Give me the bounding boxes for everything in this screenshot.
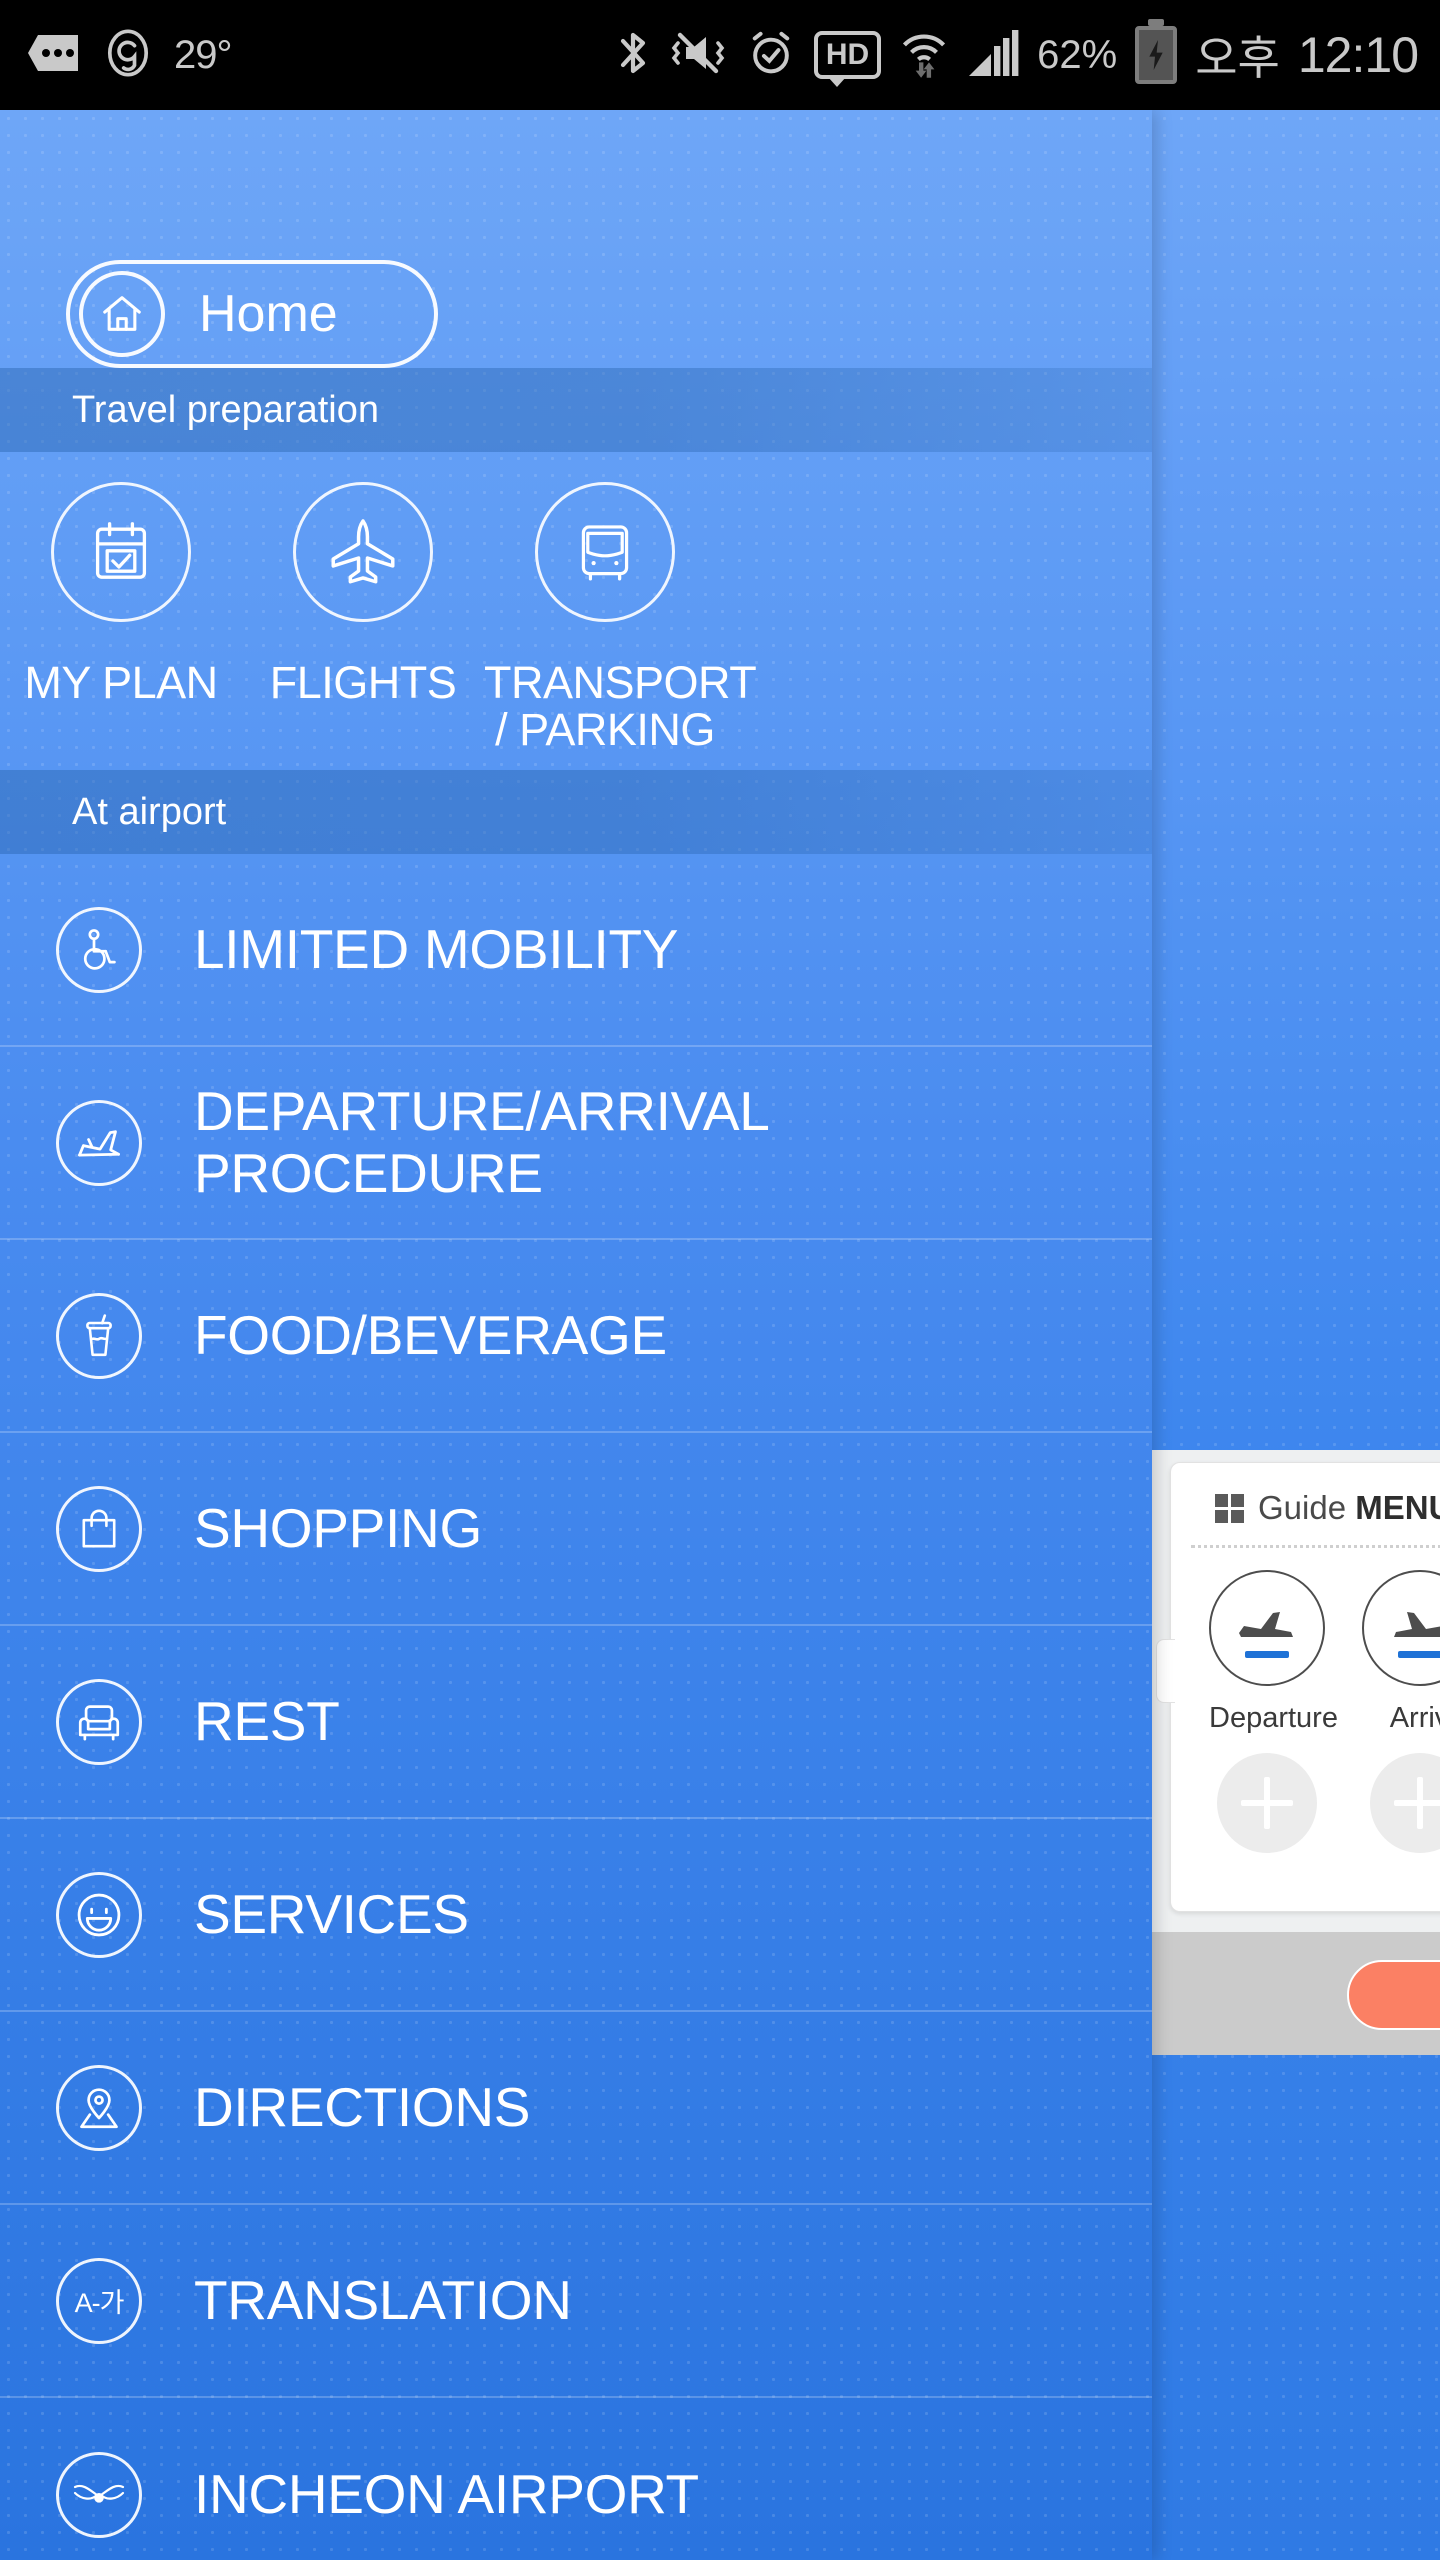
guide-tile-label: Arriv — [1389, 1702, 1440, 1734]
alarm-clock-icon — [746, 28, 796, 83]
wheelchair-icon — [56, 906, 142, 993]
menu-item-label-line1: DEPARTURE/ARRIVAL — [194, 1079, 770, 1142]
am-pm-label: 오후 — [1195, 32, 1280, 84]
menu-item-label: SERVICES — [194, 1882, 469, 1945]
menu-item-rest[interactable]: REST — [0, 1626, 1152, 1819]
hd-icon: HD — [813, 31, 882, 87]
background-app-bottom-bar: E — [1152, 1932, 1440, 2055]
guide-card-tiles: Departure Arriv — [1171, 1548, 1440, 1853]
plane-landing-icon — [1362, 1570, 1440, 1686]
status-bar-left: 29° — [0, 27, 232, 84]
menu-item-label: SHOPPING — [194, 1496, 482, 1559]
menu-item-services[interactable]: SERVICES — [0, 1819, 1152, 2012]
quick-actions-row: MY PLAN FLIGHTS TRANSPORT / PARKING — [0, 482, 1152, 754]
cellular-signal-icon — [967, 28, 1019, 83]
home-icon — [79, 271, 165, 357]
menu-item-label-line2: PROCEDURE — [194, 1141, 543, 1204]
runway-bar — [1398, 1651, 1440, 1658]
navigation-drawer: Home Travel preparation MY PLAN FLIGHTS … — [0, 110, 1152, 2560]
grid-squares-icon — [1215, 1493, 1244, 1523]
g-circle-icon — [102, 27, 154, 84]
menu-item-label: DIRECTIONS — [194, 2075, 531, 2138]
drink-cup-icon — [56, 1292, 142, 1379]
menu-item-shopping[interactable]: SHOPPING — [0, 1433, 1152, 1626]
menu-item-label: REST — [194, 1689, 340, 1752]
drawer-menu-list: LIMITED MOBILITY DEPARTURE/ARRIVAL PROCE… — [0, 854, 1152, 2560]
primary-action-button[interactable]: E — [1347, 1960, 1440, 2030]
guide-tile-label: Departure — [1209, 1702, 1338, 1734]
map-pin-icon — [56, 2064, 142, 2151]
quick-action-label-line2: / PARKING — [495, 703, 715, 755]
status-bar-right: HD 62% 오후 12:10 — [616, 22, 1440, 88]
bus-icon — [535, 482, 675, 622]
section-title: At airport — [72, 790, 227, 833]
menu-item-label: LIMITED MOBILITY — [194, 917, 679, 980]
translate-icon-text: A-가 — [74, 2288, 125, 2318]
status-bar: 29° HD 62% 오후 12:10 — [0, 0, 1440, 110]
quick-action-label: FLIGHTS — [269, 657, 457, 708]
section-header-at-airport: At airport — [0, 770, 1152, 854]
guide-card-container: Guide MENU Departure — [1152, 1450, 1440, 1932]
menu-item-departure-arrival-procedure[interactable]: DEPARTURE/ARRIVAL PROCEDURE — [0, 1047, 1152, 1240]
menu-item-label: INCHEON AIRPORT — [194, 2462, 699, 2525]
guide-card-header: Guide MENU — [1171, 1463, 1440, 1527]
quick-action-flights[interactable]: FLIGHTS — [242, 482, 484, 754]
calendar-check-icon — [51, 482, 191, 622]
airplane-icon — [293, 482, 433, 622]
bluetooth-icon — [616, 27, 650, 84]
runway-bar — [1245, 1651, 1289, 1658]
home-button[interactable]: Home — [66, 260, 438, 368]
menu-item-limited-mobility[interactable]: LIMITED MOBILITY — [0, 854, 1152, 1047]
menu-item-label: TRANSLATION — [194, 2268, 572, 2331]
menu-item-translation[interactable]: A-가 TRANSLATION — [0, 2205, 1152, 2398]
menu-item-food-beverage[interactable]: FOOD/BEVERAGE — [0, 1240, 1152, 1433]
translate-a-ga-icon: A-가 — [56, 2257, 142, 2344]
more-dots-icon — [26, 29, 82, 82]
battery-charging-icon — [1135, 26, 1178, 84]
clock-time: 12:10 — [1297, 27, 1419, 83]
incheon-airport-logo-icon — [56, 2451, 142, 2538]
card-side-tab[interactable] — [1156, 1639, 1175, 1703]
quick-action-label: TRANSPORT / PARKING — [484, 657, 757, 755]
section-header-travel-preparation: Travel preparation — [0, 368, 1152, 452]
plus-icon[interactable] — [1369, 1753, 1440, 1853]
smiley-face-icon — [56, 1871, 142, 1958]
plus-icon[interactable] — [1216, 1753, 1317, 1853]
guide-card-title: Guide MENU — [1258, 1489, 1440, 1527]
background-app-hero: 26 Inche Search — [1152, 110, 1440, 1110]
guide-menu-card: Guide MENU Departure — [1156, 1462, 1440, 1912]
shopping-bag-icon — [56, 1485, 142, 1572]
mute-vibrate-icon — [668, 29, 728, 82]
quick-action-my-plan[interactable]: MY PLAN — [0, 482, 242, 754]
menu-item-directions[interactable]: DIRECTIONS — [0, 2012, 1152, 2205]
quick-action-label-line1: TRANSPORT — [484, 657, 757, 708]
home-button-label: Home — [199, 285, 338, 343]
guide-tile-departure[interactable]: Departure — [1209, 1570, 1338, 1853]
battery-percent: 62% — [1037, 32, 1118, 77]
section-title: Travel preparation — [72, 388, 379, 431]
guide-title-regular: Guide — [1258, 1489, 1356, 1526]
status-temperature: 29° — [174, 32, 232, 77]
menu-item-incheon-airport[interactable]: INCHEON AIRPORT — [0, 2398, 1152, 2560]
quick-action-transport-parking[interactable]: TRANSPORT / PARKING — [484, 482, 757, 755]
guide-title-bold: MENU — [1355, 1489, 1440, 1526]
quick-action-label: MY PLAN — [24, 657, 218, 708]
plane-takeoff-icon — [56, 1099, 142, 1186]
armchair-icon — [56, 1678, 142, 1765]
plane-takeoff-icon — [1209, 1570, 1325, 1686]
menu-item-label: DEPARTURE/ARRIVAL PROCEDURE — [194, 1079, 770, 1204]
wifi-transfer-icon — [899, 27, 949, 84]
guide-tile-arrival[interactable]: Arriv — [1362, 1570, 1440, 1853]
menu-item-label: FOOD/BEVERAGE — [194, 1303, 667, 1366]
